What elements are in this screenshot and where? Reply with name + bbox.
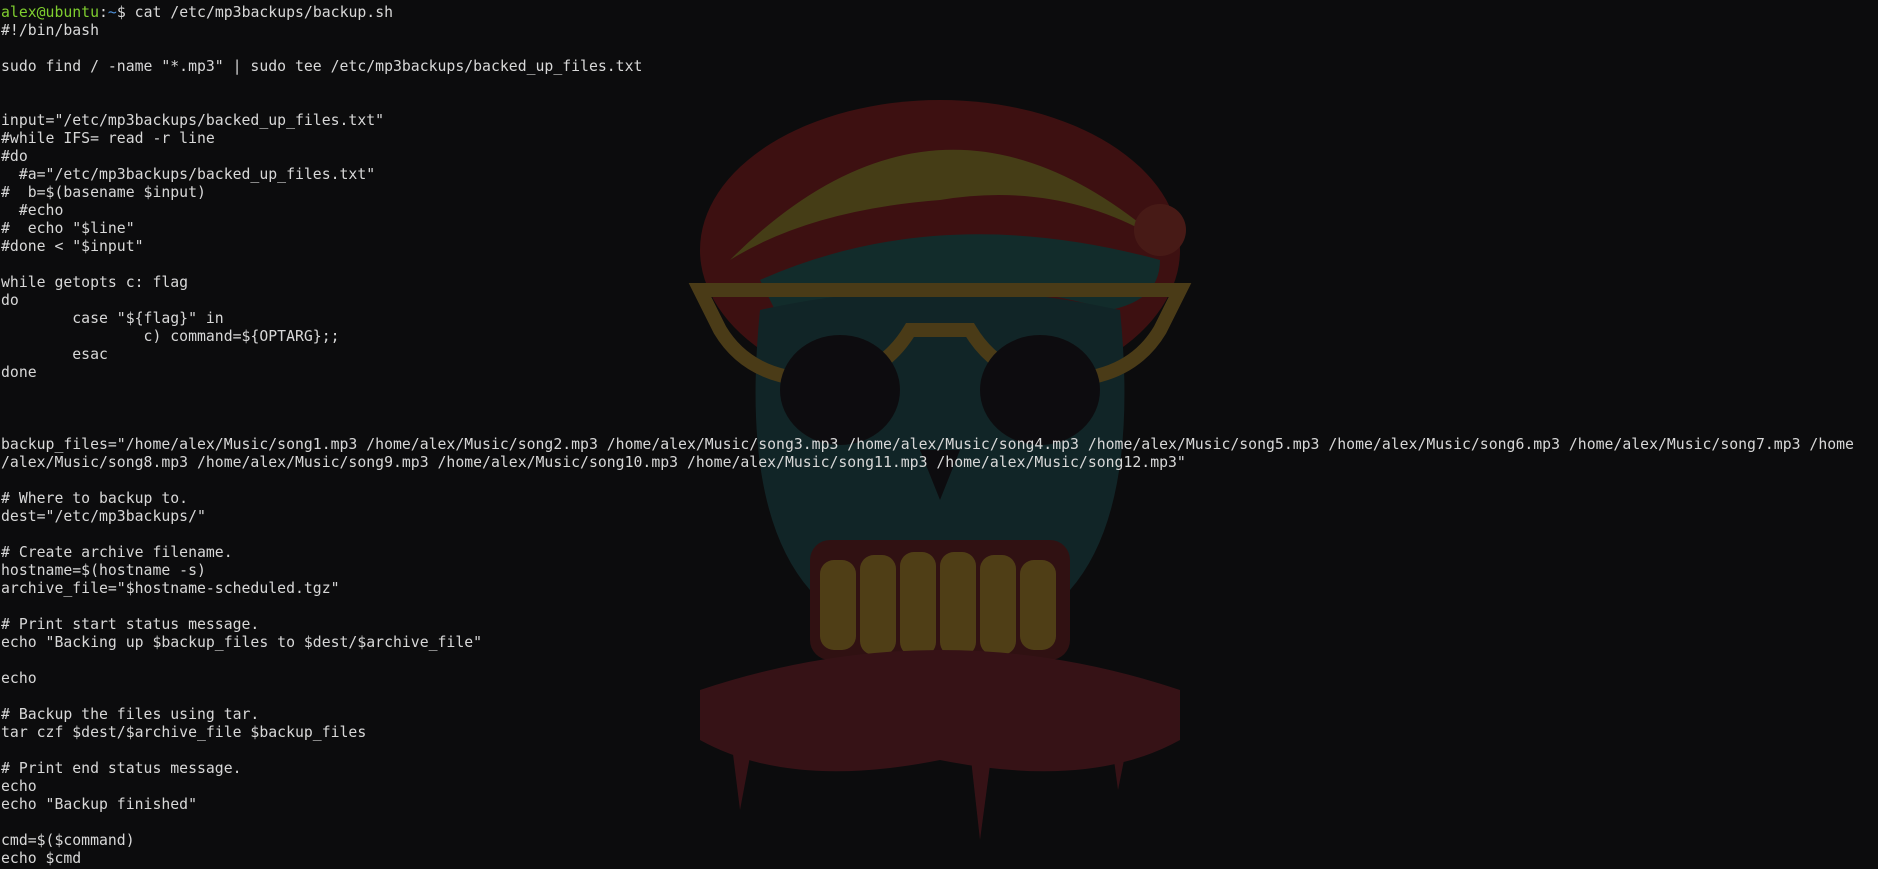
prompt-separator: : bbox=[99, 4, 108, 21]
output-line: input="/etc/mp3backups/backed_up_files.t… bbox=[1, 112, 385, 129]
output-line: #!/bin/bash bbox=[1, 22, 99, 39]
output-line: echo $cmd bbox=[1, 850, 82, 867]
prompt-path: ~ bbox=[107, 4, 117, 21]
output-line: #while IFS= read -r line bbox=[1, 130, 215, 147]
output-line: echo "Backing up $backup_files to $dest/… bbox=[1, 634, 483, 651]
output-line: echo bbox=[1, 670, 37, 687]
output-line: do bbox=[1, 292, 19, 309]
output-line: # b=$(basename $input) bbox=[1, 184, 206, 201]
output-line: #do bbox=[1, 148, 28, 165]
output-line: sudo find / -name "*.mp3" | sudo tee /et… bbox=[1, 58, 643, 75]
output-line: hostname=$(hostname -s) bbox=[1, 562, 206, 579]
terminal-window[interactable]: alex@ubuntu:~$ cat /etc/mp3backups/backu… bbox=[0, 0, 1878, 869]
output-line: dest="/etc/mp3backups/" bbox=[1, 508, 206, 525]
output-line: cmd=$($command) bbox=[1, 832, 135, 849]
output-line: esac bbox=[1, 346, 108, 363]
prompt-user-host: alex@ubuntu bbox=[1, 4, 99, 21]
output-line: while getopts c: flag bbox=[1, 274, 189, 291]
prompt-command: cat /etc/mp3backups/backup.sh bbox=[134, 4, 394, 21]
output-line: echo "Backup finished" bbox=[1, 796, 197, 813]
output-line: #echo bbox=[1, 202, 64, 219]
output-line: #done < "$input" bbox=[1, 238, 144, 255]
output-line: # echo "$line" bbox=[1, 220, 135, 237]
output-line: case "${flag}" in bbox=[1, 310, 224, 327]
output-line: # Backup the files using tar. bbox=[1, 706, 260, 723]
output-line: /alex/Music/song8.mp3 /home/alex/Music/s… bbox=[1, 454, 1186, 471]
prompt-symbol: $ bbox=[116, 4, 135, 21]
output-line: tar czf $dest/$archive_file $backup_file… bbox=[1, 724, 367, 741]
output-line: # Print end status message. bbox=[1, 760, 242, 777]
output-line: # Print start status message. bbox=[1, 616, 260, 633]
output-line: archive_file="$hostname-scheduled.tgz" bbox=[1, 580, 340, 597]
output-line: echo bbox=[1, 778, 37, 795]
output-line: #a="/etc/mp3backups/backed_up_files.txt" bbox=[1, 166, 376, 183]
output-line: done bbox=[1, 364, 37, 381]
output-line: backup_files="/home/alex/Music/song1.mp3… bbox=[1, 436, 1854, 453]
prompt-line: alex@ubuntu:~$ cat /etc/mp3backups/backu… bbox=[1, 4, 1854, 22]
output-line: # Create archive filename. bbox=[1, 544, 233, 561]
output-line: c) command=${OPTARG};; bbox=[1, 328, 340, 345]
terminal-output: alex@ubuntu:~$ cat /etc/mp3backups/backu… bbox=[1, 4, 1854, 868]
output-line: # Where to backup to. bbox=[1, 490, 189, 507]
